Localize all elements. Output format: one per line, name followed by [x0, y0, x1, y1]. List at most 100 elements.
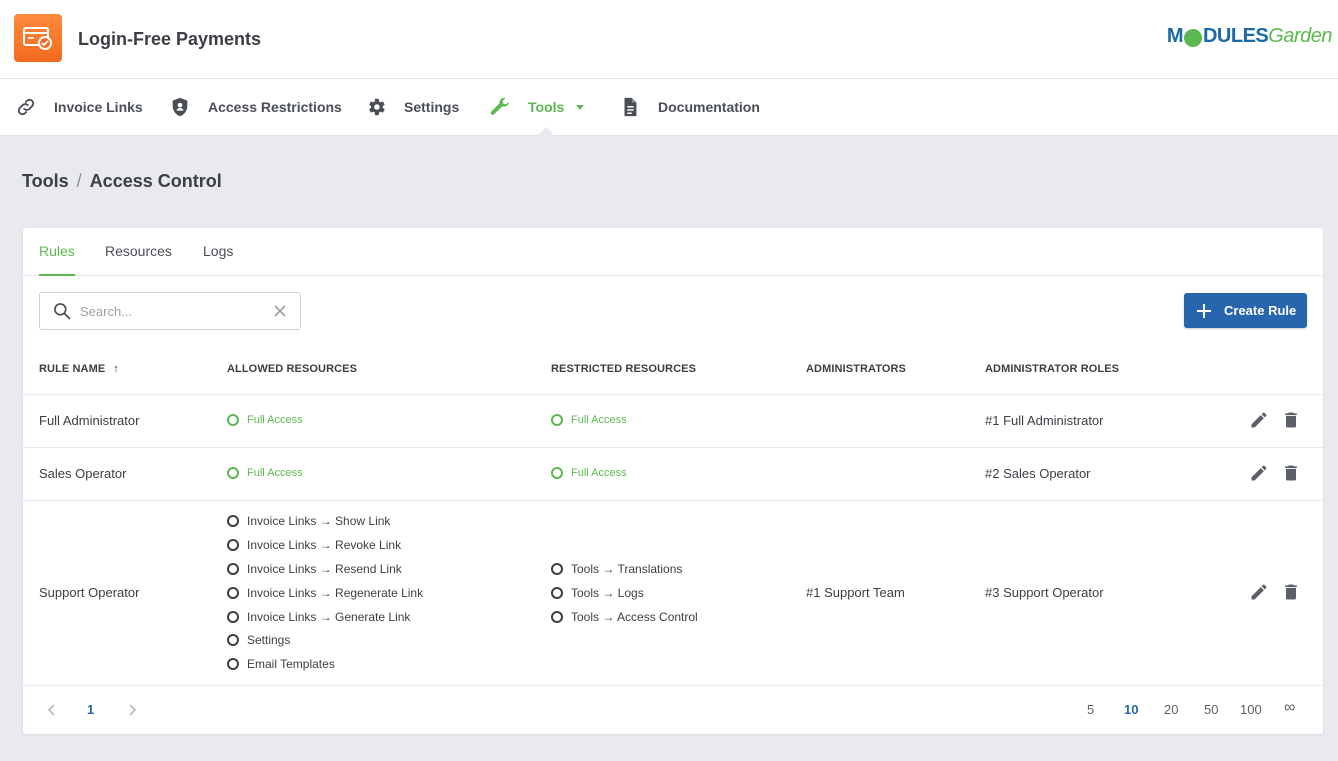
- column-header-restricted-resources: Restricted Resources: [551, 363, 697, 375]
- administrator-roles: #3 Support Operator: [985, 585, 1104, 600]
- chevron-right-icon[interactable]: [125, 703, 139, 717]
- resource-label: Full Access: [247, 414, 303, 426]
- page-size-option[interactable]: 100: [1240, 702, 1262, 717]
- status-circle-icon: [227, 467, 239, 479]
- restricted-resource: Tools → Translations: [551, 562, 682, 576]
- resource-label: Full Access: [247, 467, 303, 479]
- nav-label: Access Restrictions: [208, 99, 342, 115]
- edit-icon[interactable]: [1249, 463, 1269, 483]
- tab-resources[interactable]: Resources: [105, 243, 172, 259]
- row-divider: [23, 500, 1323, 501]
- administrator-roles: #1 Full Administrator: [985, 413, 1104, 428]
- brand-part-3: Garden: [1268, 25, 1332, 47]
- rule-name: Support Operator: [39, 585, 140, 600]
- app-header: Login-Free Payments M DULES Garden: [0, 0, 1338, 79]
- chevron-down-icon: [576, 104, 585, 110]
- restricted-resource: Tools → Access Control: [551, 610, 698, 624]
- resource-label: Full Access: [571, 414, 627, 426]
- app-logo-icon: [14, 14, 62, 62]
- allowed-resource: Full Access: [227, 414, 303, 426]
- status-circle-icon: [551, 587, 563, 599]
- breadcrumb-current: Access Control: [89, 171, 222, 191]
- column-header-administrator-roles: Administrator Roles: [985, 363, 1120, 375]
- resource-label: Tools → Logs: [571, 586, 644, 600]
- resource-label: Settings: [247, 633, 291, 647]
- delete-icon[interactable]: [1281, 410, 1301, 430]
- edit-icon[interactable]: [1249, 582, 1269, 602]
- status-circle-icon: [227, 634, 239, 646]
- status-circle-icon: [227, 414, 239, 426]
- nav-item-settings[interactable]: Settings: [364, 79, 459, 135]
- allowed-resource: Invoice Links → Revoke Link: [227, 538, 401, 552]
- allowed-resource: Settings: [227, 633, 290, 647]
- main-nav: Invoice Links Access Restrictions Settin…: [0, 79, 1338, 135]
- tab-logs[interactable]: Logs: [203, 243, 233, 259]
- page-size-option[interactable]: ∞: [1284, 699, 1295, 717]
- page-number[interactable]: 1: [87, 702, 94, 717]
- chevron-left-icon[interactable]: [45, 703, 59, 717]
- search-icon: [54, 303, 71, 320]
- access-control-card: Rules Resources Logs Create Rule Rule Na…: [23, 228, 1323, 734]
- resource-label: Invoice Links → Regenerate Link: [247, 586, 424, 600]
- page-size-option[interactable]: 20: [1164, 702, 1178, 717]
- nav-label: Documentation: [658, 99, 760, 115]
- search-box: [39, 292, 301, 330]
- resource-label: Invoice Links → Generate Link: [247, 610, 411, 624]
- allowed-resource: Invoice Links → Show Link: [227, 514, 390, 528]
- column-header-administrators: Administrators: [806, 363, 906, 375]
- page-size-option[interactable]: 50: [1204, 702, 1218, 717]
- delete-icon[interactable]: [1281, 582, 1301, 602]
- delete-icon[interactable]: [1281, 463, 1301, 483]
- rule-name: Sales Operator: [39, 466, 127, 481]
- allowed-resource: Invoice Links → Regenerate Link: [227, 586, 423, 600]
- allowed-resource: Invoice Links → Resend Link: [227, 562, 402, 576]
- edit-icon[interactable]: [1249, 410, 1269, 430]
- status-circle-icon: [551, 611, 563, 623]
- gear-icon: [364, 95, 388, 119]
- search-input[interactable]: [80, 303, 260, 319]
- column-header-rule-name[interactable]: Rule Name ↑: [39, 363, 119, 375]
- nav-item-access-restrictions[interactable]: Access Restrictions: [168, 79, 342, 135]
- nav-label: Settings: [404, 99, 460, 115]
- resource-label: Invoice Links → Resend Link: [247, 562, 402, 576]
- resource-label: Email Templates: [247, 657, 335, 671]
- page-size-option[interactable]: 5: [1087, 702, 1094, 717]
- allowed-resource: Full Access: [227, 467, 303, 479]
- row-divider: [23, 685, 1323, 686]
- row-divider: [23, 447, 1323, 448]
- wrench-icon: [488, 95, 512, 119]
- breadcrumb-parent[interactable]: Tools: [22, 171, 69, 191]
- nav-item-documentation[interactable]: Documentation: [618, 79, 760, 135]
- breadcrumb: Tools / Access Control: [22, 171, 222, 192]
- resource-label: Tools → Translations: [571, 562, 683, 576]
- restricted-resource: Full Access: [551, 414, 627, 426]
- status-circle-icon: [227, 658, 239, 670]
- modulesgarden-logo: M DULES Garden: [1166, 25, 1333, 48]
- allowed-resource: Email Templates: [227, 657, 335, 671]
- nav-item-invoice-links[interactable]: Invoice Links: [14, 79, 143, 135]
- row-divider: [23, 394, 1323, 395]
- restricted-resource: Tools → Logs: [551, 586, 644, 600]
- page-size-option[interactable]: 10: [1124, 702, 1138, 717]
- administrators: #1 Support Team: [806, 585, 905, 600]
- app-title: Login-Free Payments: [78, 29, 262, 49]
- nav-label: Tools: [528, 99, 565, 115]
- tabs-bar: Rules Resources Logs: [23, 228, 1323, 276]
- restricted-resource: Full Access: [551, 467, 627, 479]
- status-circle-icon: [227, 563, 239, 575]
- sort-ascending-icon: ↑: [113, 363, 119, 375]
- document-icon: [618, 95, 642, 119]
- create-rule-button[interactable]: Create Rule: [1184, 293, 1307, 328]
- resource-label: Invoice Links → Show Link: [247, 514, 391, 528]
- breadcrumb-separator: /: [76, 171, 82, 191]
- tab-rules[interactable]: Rules: [39, 243, 75, 276]
- rule-name: Full Administrator: [39, 413, 140, 428]
- status-circle-icon: [227, 587, 239, 599]
- brand-part-1: M: [1166, 25, 1184, 47]
- allowed-resource: Invoice Links → Generate Link: [227, 610, 410, 624]
- header-label: Rule Name: [39, 363, 106, 375]
- clear-search-icon[interactable]: [272, 303, 288, 319]
- resource-label: Tools → Access Control: [571, 610, 698, 624]
- link-icon: [14, 95, 38, 119]
- resource-label: Invoice Links → Revoke Link: [247, 538, 402, 552]
